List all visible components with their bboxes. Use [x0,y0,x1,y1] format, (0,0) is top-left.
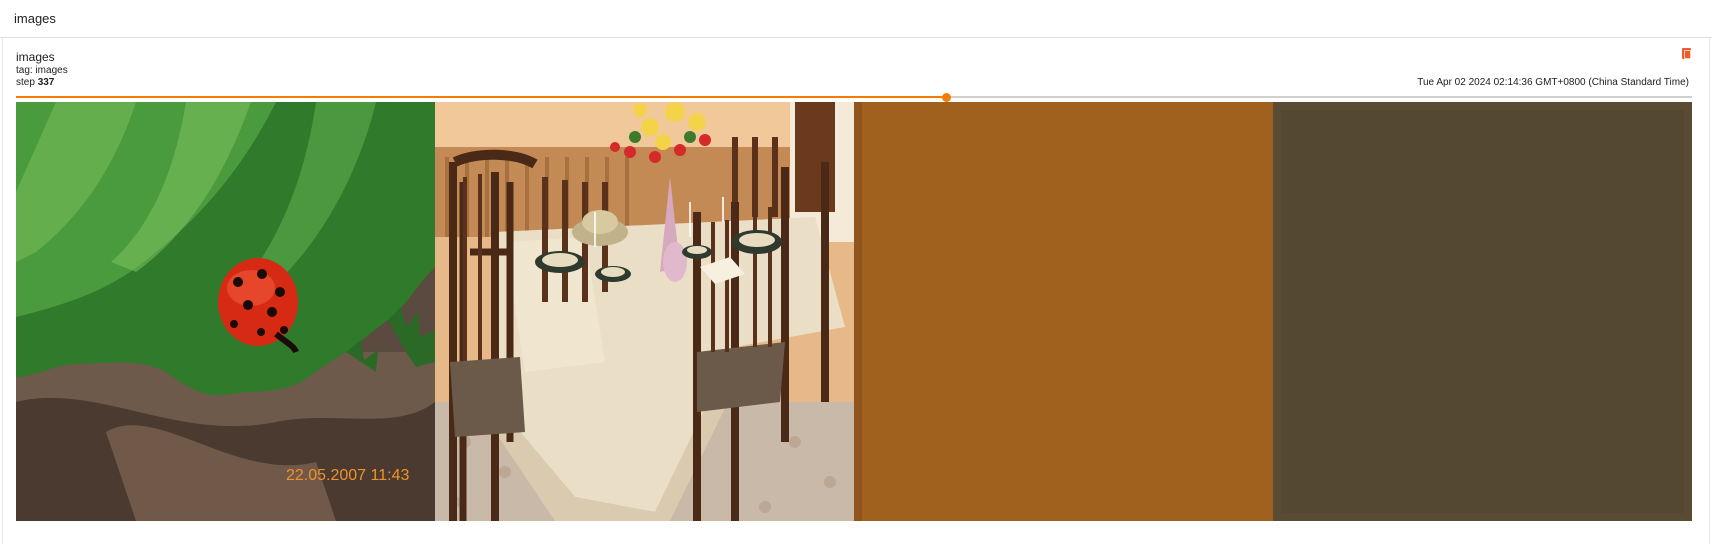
dining-table-image [435,102,854,521]
image-card: images tag: images step 337 Tue Apr 02 2… [2,38,1710,544]
card-step: step 337 [16,77,54,88]
step-value: 337 [37,77,55,88]
group-header: images [0,0,1712,38]
image-tile-olive [1273,102,1692,521]
step-slider[interactable] [16,93,1692,102]
olive-image-inner [1281,110,1684,513]
step-label: step [16,77,35,88]
slider-thumb[interactable] [942,93,952,102]
card-tag: tag: images [16,65,68,76]
card-timestamp: Tue Apr 02 2024 02:14:36 GMT+0800 (China… [1417,77,1689,88]
image-tile-ladybug: 22.05.2007 11:43 [16,102,435,521]
group-title: images [14,11,56,26]
page: images images tag: images step 337 Tue A… [0,0,1712,546]
date-stamp: 22.05.2007 11:43 [286,467,409,484]
image-strip: 22.05.2007 11:43 [16,102,1692,521]
image-tile-orange [854,102,1273,521]
orange-image-edge [854,102,862,521]
image-tile-dining-table [435,102,854,521]
fullscreen-toggle-icon[interactable] [1682,48,1691,59]
ladybug-image: 22.05.2007 11:43 [16,102,435,521]
slider-fill [16,96,947,98]
card-title: images [16,50,55,64]
